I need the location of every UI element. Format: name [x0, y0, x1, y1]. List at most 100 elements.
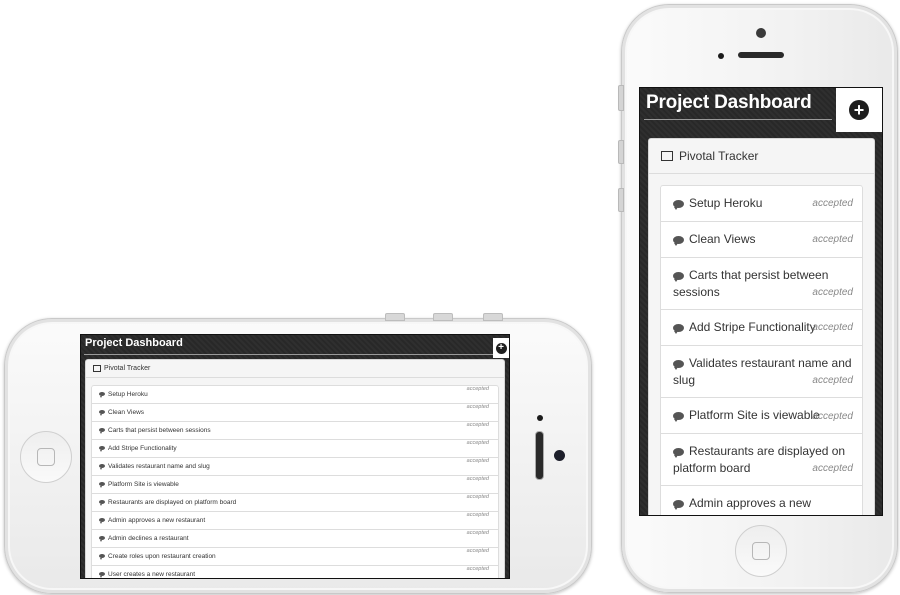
app: Project Dashboard + Pivotal Tracker Setu… [81, 335, 509, 578]
story-list: Setup Heroku accepted Clean Views accepted… [91, 385, 499, 578]
story-state: accepted [466, 476, 489, 482]
story-name: Carts that persist between sessions [673, 268, 829, 299]
comment-icon [673, 199, 684, 210]
speaker-grille [535, 431, 544, 480]
volume-button [618, 188, 624, 212]
volume-button [385, 313, 405, 321]
story-list: Setup Heroku accepted Clean Views accepted… [660, 185, 863, 515]
plus-circle-icon: + [849, 100, 869, 120]
comment-icon [673, 235, 684, 246]
panel-title: Pivotal Tracker [679, 149, 759, 163]
app-header: Project Dashboard + [81, 335, 509, 358]
panel-title: Pivotal Tracker [104, 365, 151, 372]
home-button-icon[interactable] [735, 525, 787, 577]
story-item[interactable]: Platform Site is viewable accepted [660, 397, 863, 434]
comment-icon [99, 428, 105, 435]
pivotal-tracker-panel: Pivotal Tracker Setup Heroku accepted Cle… [85, 359, 505, 578]
story-item[interactable]: Platform Site is viewable accepted [91, 475, 499, 494]
landscape-phone: Project Dashboard + Pivotal Tracker Setu… [4, 313, 592, 594]
story-state: accepted [812, 463, 853, 474]
panel-heading: Pivotal Tracker [86, 360, 504, 378]
story-item[interactable]: Restaurants are displayed on platform bo… [660, 433, 863, 486]
story-state: accepted [812, 287, 853, 298]
camera-icon [537, 415, 543, 421]
story-item[interactable]: Admin declines a restaurant accepted [91, 529, 499, 548]
panel-body: Setup Heroku accepted Clean Views accepted… [660, 185, 863, 515]
story-name: Platform Site is viewable [108, 481, 179, 488]
mute-switch [483, 313, 503, 321]
front-camera-icon [554, 450, 565, 461]
story-state: accepted [466, 548, 489, 554]
speaker-grille [738, 52, 784, 58]
comment-icon [99, 392, 105, 399]
story-item[interactable]: Setup Heroku accepted [660, 185, 863, 222]
story-name: Platform Site is viewable [689, 408, 820, 422]
story-name: Validates restaurant name and slug [108, 463, 210, 470]
comment-icon [99, 464, 105, 471]
story-item[interactable]: Clean Views accepted [660, 221, 863, 258]
story-item[interactable]: Carts that persist between sessions accep… [91, 421, 499, 440]
comment-icon [99, 482, 105, 489]
story-name: Setup Heroku [689, 196, 763, 210]
comment-icon [99, 536, 105, 543]
story-name: Add Stripe Functionality [108, 445, 177, 452]
story-name: Create roles upon restaurant creation [108, 553, 216, 560]
story-item[interactable]: Create roles upon restaurant creation acc… [91, 547, 499, 566]
story-name: Restaurants are displayed on platform bo… [108, 499, 237, 506]
story-item[interactable]: Restaurants are displayed on platform bo… [91, 493, 499, 512]
volume-button [618, 140, 624, 164]
story-name: User creates a new restaurant [108, 571, 196, 578]
story-item[interactable]: Add Stripe Functionality accepted [91, 439, 499, 458]
story-name: Add Stripe Functionality [689, 320, 816, 334]
mute-switch [618, 85, 624, 111]
add-project-button[interactable]: + [493, 338, 509, 358]
comment-icon [673, 411, 684, 422]
story-name: Setup Heroku [108, 391, 148, 398]
story-name: Clean Views [108, 409, 145, 416]
panel-heading: Pivotal Tracker [649, 139, 874, 174]
home-button-icon[interactable] [20, 431, 72, 483]
comment-icon [99, 446, 105, 453]
app: Project Dashboard + Pivotal Tracker Setu… [640, 88, 882, 515]
comment-icon [673, 499, 684, 510]
landscape-screen: Project Dashboard + Pivotal Tracker Setu… [80, 334, 510, 579]
portrait-phone: Project Dashboard + Pivotal Tracker Setu… [618, 4, 898, 593]
story-state: accepted [812, 375, 853, 386]
story-item[interactable]: Clean Views accepted [91, 403, 499, 422]
story-state: accepted [812, 234, 853, 245]
pivotal-tracker-panel: Pivotal Tracker Setup Heroku accepted Cle… [648, 138, 875, 515]
story-item[interactable]: Validates restaurant name and slug accept… [660, 345, 863, 398]
comment-icon [99, 500, 105, 507]
front-camera-icon [756, 28, 766, 38]
list-icon [93, 365, 101, 372]
comment-icon [673, 271, 684, 282]
comment-icon [673, 323, 684, 334]
story-item[interactable]: Setup Heroku accepted [91, 385, 499, 404]
comment-icon [99, 554, 105, 561]
story-name: Admin approves a new restaurant [108, 517, 206, 524]
story-state: accepted [812, 512, 853, 515]
story-item[interactable]: Admin approves a new restaurantaccepted [91, 511, 499, 530]
panel-body: Setup Heroku accepted Clean Views accepted… [91, 385, 499, 578]
story-state: accepted [466, 422, 489, 428]
header-divider [644, 119, 832, 120]
story-state: accepted [466, 386, 489, 392]
story-item[interactable]: User creates a new restaurant accepted [91, 565, 499, 578]
story-state: accepted [812, 198, 853, 209]
comment-icon [99, 572, 105, 578]
story-item[interactable]: Add Stripe Functionality accepted [660, 309, 863, 346]
comment-icon [673, 359, 684, 370]
story-name: Carts that persist between sessions [108, 427, 211, 434]
story-item[interactable]: Admin approves a new restaurantaccepted [660, 485, 863, 515]
list-icon [661, 151, 673, 161]
story-state: accepted [466, 494, 489, 500]
add-project-button[interactable]: + [836, 88, 882, 132]
app-header: Project Dashboard + [640, 88, 882, 132]
comment-icon [673, 447, 684, 458]
story-item[interactable]: Carts that persist between sessions accep… [660, 257, 863, 310]
header-divider [84, 354, 493, 355]
story-item[interactable]: Validates restaurant name and slug accept… [91, 457, 499, 476]
story-state: accepted [466, 458, 489, 464]
plus-circle-icon: + [495, 342, 507, 354]
story-state: accepted [466, 404, 489, 410]
